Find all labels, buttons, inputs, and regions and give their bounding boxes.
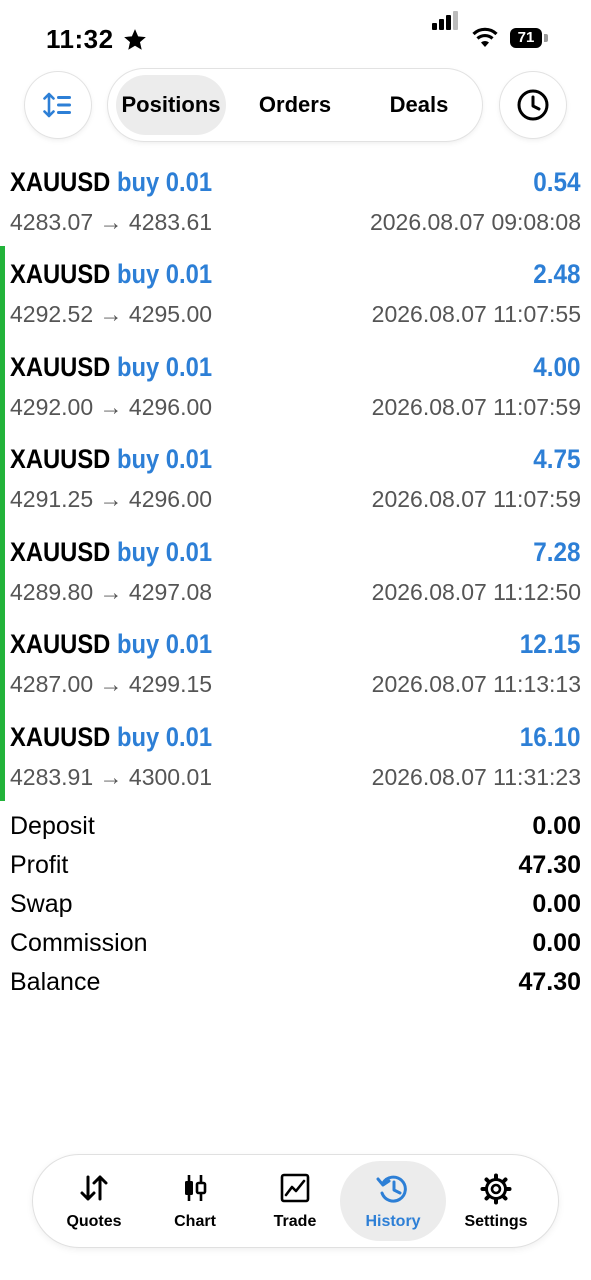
sort-button[interactable] <box>25 72 91 138</box>
tab-settings[interactable]: Settings <box>443 1161 549 1241</box>
clock-icon <box>517 89 549 121</box>
deal-date: 2026.08.07 11:12:50 <box>371 579 581 605</box>
tab-label: Settings <box>464 1213 528 1230</box>
deal-prices: 4291.25 → 4296.00 <box>10 486 213 512</box>
deal-side: buy 0.01 <box>116 259 213 289</box>
deal-symbol: XAUUSD buy 0.01 <box>10 722 213 752</box>
summary-value: 0.00 <box>532 929 581 957</box>
deal-profit: 4.75 <box>533 444 581 474</box>
summary-label: Profit <box>10 851 69 879</box>
deal-profit: 16.10 <box>520 722 581 752</box>
deal-profit: 2.48 <box>533 259 581 289</box>
summary-label: Swap <box>10 890 73 918</box>
deal-prices: 4292.00 → 4296.00 <box>10 394 213 420</box>
trade-chart-icon <box>280 1173 310 1203</box>
candlestick-icon <box>185 1175 207 1201</box>
history-icon <box>376 1175 407 1203</box>
deal-date: 2026.08.07 11:07:55 <box>371 301 581 327</box>
status-bar: 11:32 71 <box>0 0 591 70</box>
summary-label: Balance <box>10 968 101 996</box>
list-item[interactable]: XAUUSD buy 0.01 4.00 4292.00 → 4296.00 2… <box>0 350 591 442</box>
summary-profit: Profit 47.30 <box>0 851 591 889</box>
deal-side: buy 0.01 <box>116 629 213 659</box>
deal-side: buy 0.01 <box>116 167 213 197</box>
summary-value: 47.30 <box>518 851 581 879</box>
battery-indicator: 71 <box>510 28 542 48</box>
deal-side: buy 0.01 <box>116 444 213 474</box>
deal-symbol: XAUUSD buy 0.01 <box>10 167 213 197</box>
summary-label: Commission <box>10 929 148 957</box>
deal-profit: 0.54 <box>533 167 581 197</box>
summary-value: 0.00 <box>532 812 581 840</box>
list-item[interactable]: XAUUSD buy 0.01 0.54 4283.07 → 4283.61 2… <box>0 165 591 257</box>
deal-prices: 4283.91 → 4300.01 <box>10 764 213 790</box>
tab-deals[interactable]: Deals <box>364 75 474 135</box>
tab-orders[interactable]: Orders <box>238 75 352 135</box>
deal-date: 2026.08.07 09:08:08 <box>369 209 581 235</box>
tab-chart[interactable]: Chart <box>142 1161 248 1241</box>
tab-quotes[interactable]: Quotes <box>41 1161 147 1241</box>
deal-date: 2026.08.07 11:13:13 <box>371 671 581 697</box>
list-item[interactable]: XAUUSD buy 0.01 2.48 4292.52 → 4295.00 2… <box>0 257 591 349</box>
deal-side: buy 0.01 <box>116 537 213 567</box>
tab-trade[interactable]: Trade <box>242 1161 348 1241</box>
deal-date: 2026.08.07 11:07:59 <box>371 486 581 512</box>
list-item[interactable]: XAUUSD buy 0.01 16.10 4283.91 → 4300.01 … <box>0 720 591 812</box>
quotes-arrows-icon <box>80 1175 108 1201</box>
deal-symbol: XAUUSD buy 0.01 <box>10 444 213 474</box>
wifi-icon <box>472 27 498 47</box>
segmented-tabs: Positions Orders Deals <box>108 69 482 141</box>
tab-label: Quotes <box>66 1213 122 1230</box>
star-icon <box>124 29 146 50</box>
deal-prices: 4287.00 → 4299.15 <box>10 671 213 697</box>
bottom-tab-bar: Quotes Chart Trade History Settings <box>33 1155 558 1247</box>
summary-commission: Commission 0.00 <box>0 929 591 967</box>
deal-prices: 4283.07 → 4283.61 <box>10 209 213 235</box>
deal-symbol: XAUUSD buy 0.01 <box>10 537 213 567</box>
deal-profit: 4.00 <box>533 352 581 382</box>
deal-date: 2026.08.07 11:07:59 <box>371 394 581 420</box>
period-button[interactable] <box>500 72 566 138</box>
gear-icon <box>480 1173 512 1205</box>
tab-label: Trade <box>273 1213 317 1230</box>
summary-swap: Swap 0.00 <box>0 890 591 928</box>
summary-value: 47.30 <box>518 968 581 996</box>
list-item[interactable]: XAUUSD buy 0.01 12.15 4287.00 → 4299.15 … <box>0 627 591 719</box>
tab-positions[interactable]: Positions <box>116 75 226 135</box>
summary-label: Deposit <box>10 812 95 840</box>
deal-symbol: XAUUSD buy 0.01 <box>10 259 213 289</box>
summary-deposit: Deposit 0.00 <box>0 812 591 850</box>
deal-profit: 12.15 <box>520 629 581 659</box>
list-item[interactable]: XAUUSD buy 0.01 7.28 4289.80 → 4297.08 2… <box>0 535 591 627</box>
sort-icon <box>43 92 71 118</box>
deal-side: buy 0.01 <box>116 722 213 752</box>
deal-symbol: XAUUSD buy 0.01 <box>10 352 213 382</box>
deal-symbol: XAUUSD buy 0.01 <box>10 629 213 659</box>
tab-history[interactable]: History <box>340 1161 446 1241</box>
battery-cap <box>544 34 548 42</box>
summary-balance: Balance 47.30 <box>0 968 591 1006</box>
deal-prices: 4292.52 → 4295.00 <box>10 301 213 327</box>
deal-side: buy 0.01 <box>116 352 213 382</box>
tab-label: History <box>365 1213 421 1230</box>
tab-label: Chart <box>174 1213 216 1230</box>
status-time: 11:32 <box>46 24 114 54</box>
deal-profit: 7.28 <box>533 537 581 567</box>
list-item[interactable]: XAUUSD buy 0.01 4.75 4291.25 → 4296.00 2… <box>0 442 591 534</box>
selection-marker <box>0 246 5 801</box>
deal-date: 2026.08.07 11:31:23 <box>371 764 581 790</box>
summary-value: 0.00 <box>532 890 581 918</box>
deal-prices: 4289.80 → 4297.08 <box>10 579 213 605</box>
